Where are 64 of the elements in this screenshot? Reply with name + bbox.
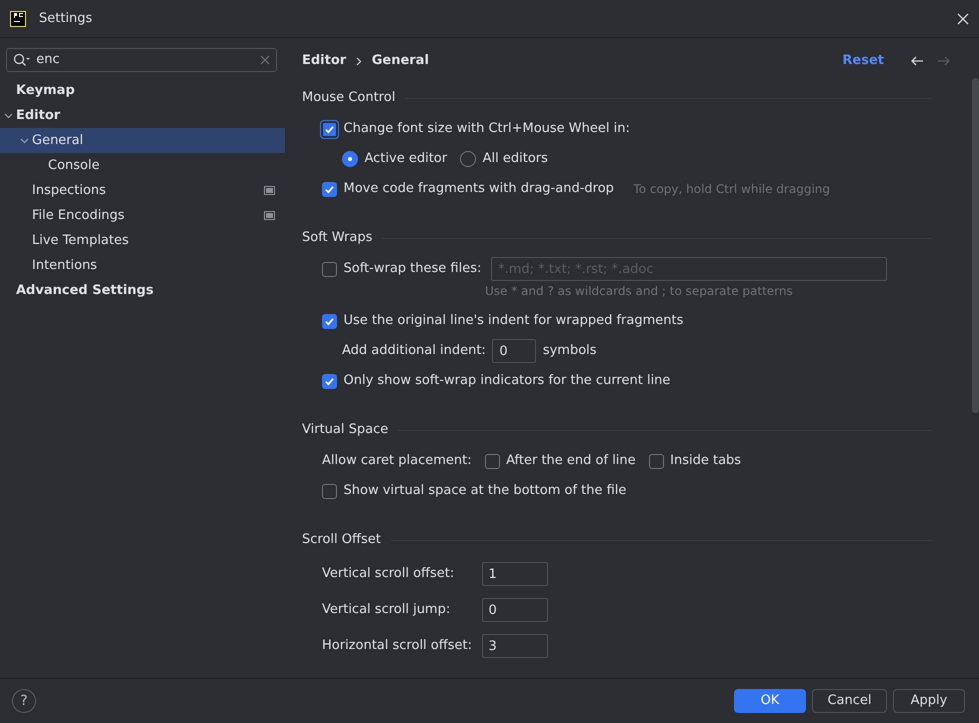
dialog-button[interactable]: Cancel: [812, 689, 886, 713]
breadcrumb-item: General: [372, 52, 429, 70]
help-button[interactable]: ?: [12, 689, 36, 713]
field-label: Vertical scroll jump:: [322, 601, 452, 620]
checkbox-label: Use the original line's indent for wrapped fragments: [344, 312, 684, 330]
checkbox[interactable]: [322, 314, 337, 328]
window-title: Settings: [39, 10, 92, 28]
clear-icon[interactable]: [260, 55, 270, 65]
checkbox-label: After the end of line: [506, 452, 636, 470]
checkbox-label: Move code fragments with drag-and-drop: [344, 180, 614, 198]
unit-label: symbols: [542, 342, 597, 360]
checkbox[interactable]: [484, 454, 500, 468]
section-title: Soft Wraps: [302, 229, 372, 248]
field-label: Horizontal scroll offset:: [322, 637, 473, 656]
search-icon: [13, 53, 31, 67]
scrollbar[interactable]: [972, 78, 979, 413]
app-logo-icon: [10, 10, 26, 26]
chevron-icon[interactable]: [20, 136, 28, 145]
search-input[interactable]: enc: [34, 49, 257, 71]
checkbox[interactable]: [648, 454, 664, 468]
search-field[interactable]: enc: [6, 48, 277, 72]
tree-item[interactable]: General: [0, 128, 285, 153]
number-field[interactable]: 3: [482, 634, 548, 658]
radio-button[interactable]: [460, 151, 476, 167]
radio-label: All editors: [482, 150, 548, 168]
field-label: Vertical scroll offset:: [322, 565, 456, 584]
tree-item[interactable]: Keymap: [0, 78, 285, 103]
reset-link[interactable]: Reset: [842, 51, 884, 71]
breadcrumb-item: Editor: [302, 52, 346, 70]
left-arrow-button[interactable]: [910, 55, 924, 67]
chevron-icon[interactable]: [4, 111, 12, 120]
tree-item[interactable]: Intentions: [0, 253, 285, 278]
tree-item[interactable]: File Encodings: [0, 203, 285, 228]
close-icon[interactable]: [957, 12, 969, 24]
hint-text: Use * and ? as wildcards and ; to separate patterns: [485, 283, 793, 300]
checkbox[interactable]: [322, 374, 337, 388]
checkbox[interactable]: [322, 484, 337, 498]
section-title: Mouse Control: [302, 89, 396, 108]
tree-item[interactable]: Console: [0, 153, 285, 178]
chevron-icon: [356, 56, 362, 66]
checkbox-label: Change font size with Ctrl+Mouse Wheel in:: [344, 120, 630, 138]
field-label: Add additional indent:: [342, 342, 486, 360]
radio-label: Active editor: [364, 150, 448, 168]
tree-item[interactable]: Advanced Settings: [0, 278, 285, 303]
hint-text: To copy, hold Ctrl while dragging: [633, 181, 830, 198]
tree-item[interactable]: Inspections: [0, 178, 285, 203]
tree-item[interactable]: Live Templates: [0, 228, 285, 253]
checkbox[interactable]: [320, 120, 339, 138]
checkbox-label: Only show soft-wrap indicators for the current line: [344, 372, 670, 390]
checkbox[interactable]: [322, 262, 337, 276]
dialog-button[interactable]: Apply: [893, 689, 965, 713]
field-label: Allow caret placement:: [322, 452, 472, 470]
number-field[interactable]: 0: [492, 339, 536, 363]
number-field[interactable]: 1: [482, 562, 548, 586]
section-title: Virtual Space: [302, 421, 388, 440]
radio-button[interactable]: [342, 151, 358, 167]
section-title: Scroll Offset: [302, 531, 381, 550]
tree-item[interactable]: Editor: [0, 103, 285, 128]
checkbox-label: Show virtual space at the bottom of the file: [344, 482, 626, 500]
checkbox-label: Inside tabs: [670, 452, 742, 470]
number-field[interactable]: 0: [482, 598, 548, 622]
checkbox-label: Soft-wrap these files:: [344, 260, 482, 278]
ok-button[interactable]: OK: [734, 689, 806, 713]
checkbox[interactable]: [322, 182, 337, 196]
